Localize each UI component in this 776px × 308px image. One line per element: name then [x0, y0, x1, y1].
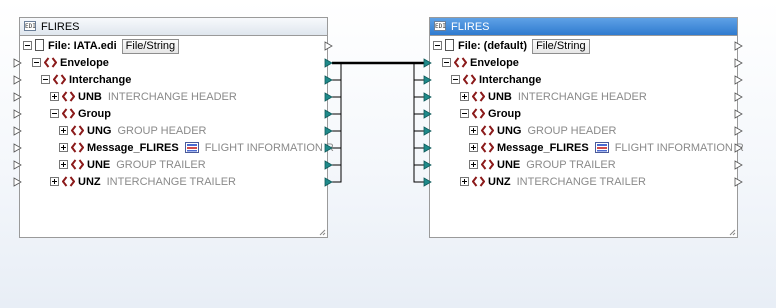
target-output-port[interactable]: [734, 92, 743, 102]
source-input-port[interactable]: [13, 160, 22, 170]
target-input-port[interactable]: [423, 160, 432, 170]
target-input-port[interactable]: [423, 92, 432, 102]
target-input-port[interactable]: [423, 58, 432, 68]
target-input-port[interactable]: [423, 143, 432, 153]
target-input-port[interactable]: [423, 109, 432, 119]
target-output-port[interactable]: [734, 160, 743, 170]
target-input-port[interactable]: [423, 75, 432, 85]
source-output-port[interactable]: [324, 109, 333, 119]
source-output-port[interactable]: [324, 75, 333, 85]
target-output-port[interactable]: [734, 75, 743, 85]
source-input-port[interactable]: [13, 109, 22, 119]
target-output-port[interactable]: [734, 126, 743, 136]
target-output-port[interactable]: [734, 58, 743, 68]
target-input-port[interactable]: [423, 126, 432, 136]
source-input-port[interactable]: [13, 92, 22, 102]
source-input-port[interactable]: [13, 126, 22, 136]
target-output-port[interactable]: [734, 143, 743, 153]
target-output-port[interactable]: [734, 177, 743, 187]
target-output-port[interactable]: [734, 41, 743, 51]
source-output-port[interactable]: [324, 160, 333, 170]
source-output-port[interactable]: [324, 143, 333, 153]
ports-layer: [13, 41, 743, 187]
source-output-port[interactable]: [324, 177, 333, 187]
source-output-port[interactable]: [324, 92, 333, 102]
source-input-port[interactable]: [13, 177, 22, 187]
source-output-port[interactable]: [324, 41, 333, 51]
source-input-port[interactable]: [13, 75, 22, 85]
source-output-port[interactable]: [324, 126, 333, 136]
source-input-port[interactable]: [13, 58, 22, 68]
source-input-port[interactable]: [13, 143, 22, 153]
target-output-port[interactable]: [734, 109, 743, 119]
source-output-port[interactable]: [324, 58, 333, 68]
target-input-port[interactable]: [423, 177, 432, 187]
